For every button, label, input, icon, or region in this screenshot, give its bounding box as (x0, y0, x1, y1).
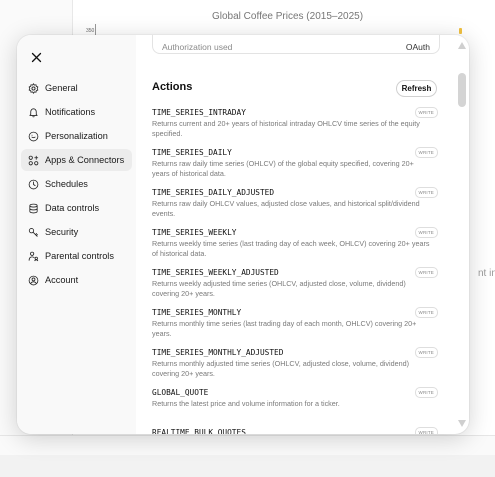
sidebar-item-label: Parental controls (45, 251, 114, 261)
scroll-down-arrow[interactable] (458, 420, 466, 427)
sidebar-item-label: Notifications (45, 107, 96, 117)
sidebar-item-label: General (45, 83, 78, 93)
background-footer (0, 455, 495, 477)
sidebar-item-label: Data controls (45, 203, 100, 213)
account-icon (28, 275, 39, 285)
background-divider (0, 435, 495, 436)
settings-sidebar: General Notifications Personalization Ap… (17, 35, 136, 434)
bell-icon (29, 107, 38, 117)
personalization-icon (28, 131, 39, 141)
background-side-text: nt in t (478, 268, 495, 279)
parental-icon (28, 251, 39, 261)
settings-content: Authorization used OAuth Actions Refresh… (136, 35, 469, 434)
action-description: Returns raw daily OHLCV values, adjusted… (152, 199, 420, 218)
sidebar-item-label: Personalization (45, 131, 108, 141)
actions-heading: Actions (152, 81, 193, 93)
action-name: TIME_SERIES_DAILY_ADJUSTED (152, 188, 275, 197)
sidebar-item-security[interactable]: Security (21, 221, 132, 243)
action-description: Returns weekly adjusted time series (OHL… (152, 279, 406, 298)
action-description: Returns the latest price and volume info… (152, 399, 340, 408)
action-name: TIME_SERIES_MONTHLY (152, 308, 242, 317)
key-icon (28, 227, 38, 237)
action-item[interactable]: TIME_SERIES_INTRADAY WRITE Returns current… (152, 107, 438, 148)
action-description: Returns raw daily time series (OHLCV) of… (152, 159, 414, 178)
sidebar-item-apps-connectors[interactable]: Apps & Connectors (21, 149, 132, 171)
actions-list: TIME_SERIES_INTRADAY WRITE Returns current… (152, 107, 438, 434)
sidebar-item-label: Apps & Connectors (45, 155, 125, 165)
action-item[interactable]: TIME_SERIES_WEEKLY WRITE Returns weekly ti… (152, 227, 438, 268)
action-description: Returns weekly time series (last trading… (152, 239, 430, 258)
action-description: Returns monthly time series (last tradin… (152, 319, 417, 338)
action-permission-badge: WRITE (414, 187, 438, 198)
authorization-label: Authorization used (162, 42, 233, 52)
action-name: TIME_SERIES_DAILY (152, 148, 232, 157)
sidebar-item-notifications[interactable]: Notifications (21, 101, 132, 123)
action-name: TIME_SERIES_MONTHLY_ADJUSTED (152, 348, 284, 357)
background-chart-marker (459, 28, 462, 34)
settings-nav: General Notifications Personalization Ap… (21, 77, 132, 293)
clock-icon (28, 179, 39, 189)
action-description: Returns monthly adjusted time series (OH… (152, 359, 410, 378)
close-button[interactable] (27, 48, 45, 66)
action-item[interactable]: TIME_SERIES_MONTHLY_ADJUSTED WRITE Returns… (152, 347, 438, 388)
sidebar-item-label: Account (45, 275, 79, 285)
action-item[interactable]: TIME_SERIES_MONTHLY WRITE Returns monthly … (152, 307, 438, 348)
action-item[interactable]: TIME_SERIES_DAILY WRITE Returns raw daily … (152, 147, 438, 188)
action-name: REALTIME_BULK_QUOTES (152, 428, 246, 434)
action-permission-badge: WRITE (414, 307, 438, 318)
background-chart-title: Global Coffee Prices (2015–2025) (212, 11, 364, 22)
database-icon (29, 203, 38, 213)
action-permission-badge: WRITE (414, 227, 438, 238)
action-name: GLOBAL_QUOTE (152, 388, 209, 397)
gear-icon (28, 82, 39, 94)
action-permission-badge: WRITE (414, 267, 438, 278)
scroll-up-arrow[interactable] (458, 42, 466, 49)
action-permission-badge: WRITE (414, 107, 438, 118)
authorization-value: OAuth (405, 42, 430, 52)
action-permission-badge: WRITE (414, 347, 438, 358)
apps-grid-icon (28, 155, 39, 165)
action-permission-badge: WRITE (414, 427, 438, 434)
action-description: Returns current and 20+ years of histori… (152, 119, 420, 138)
sidebar-item-schedules[interactable]: Schedules (21, 173, 132, 195)
action-item[interactable]: GLOBAL_QUOTE WRITE Returns the latest pric… (152, 387, 438, 428)
authorization-field: Authorization used OAuth (152, 35, 440, 54)
action-item[interactable]: TIME_SERIES_WEEKLY_ADJUSTED WRITE Returns … (152, 267, 438, 308)
sidebar-item-data-controls[interactable]: Data controls (21, 197, 132, 219)
action-name: TIME_SERIES_WEEKLY (152, 228, 237, 237)
sidebar-item-account[interactable]: Account (21, 269, 132, 291)
action-name: TIME_SERIES_INTRADAY (152, 108, 246, 117)
action-permission-badge: WRITE (414, 147, 438, 158)
sidebar-item-general[interactable]: General (21, 77, 132, 99)
background-chart-ytick: 350 (86, 28, 95, 34)
action-item[interactable]: TIME_SERIES_DAILY_ADJUSTED WRITE Returns r… (152, 187, 438, 228)
action-permission-badge: WRITE (414, 387, 438, 398)
sidebar-item-parental-controls[interactable]: Parental controls (21, 245, 132, 267)
sidebar-item-personalization[interactable]: Personalization (21, 125, 132, 147)
refresh-button[interactable]: Refresh (396, 80, 437, 97)
scrollbar-thumb[interactable] (458, 73, 466, 107)
sidebar-item-label: Security (45, 227, 79, 237)
sidebar-item-label: Schedules (45, 179, 88, 189)
action-name: TIME_SERIES_WEEKLY_ADJUSTED (152, 268, 279, 277)
close-icon (31, 52, 41, 62)
settings-modal: General Notifications Personalization Ap… (17, 35, 469, 434)
action-item[interactable]: REALTIME_BULK_QUOTESWRITEReturns realtim… (152, 427, 438, 434)
